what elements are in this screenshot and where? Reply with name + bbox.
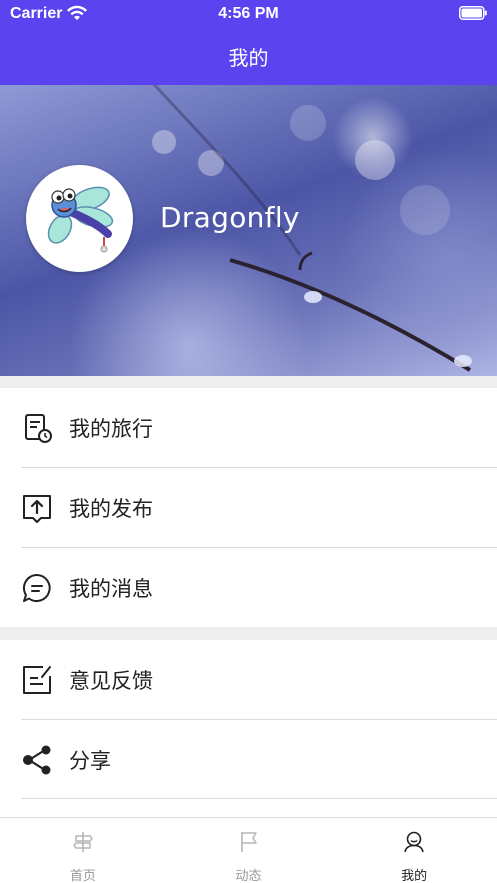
share-icon: [23, 745, 51, 774]
message-icon: [22, 573, 51, 602]
tab-bar: 首页 动态 我的: [0, 817, 497, 883]
username: Dragonfly: [160, 201, 300, 234]
dragonfly-avatar-icon: [47, 186, 114, 253]
trip-list-icon: [25, 413, 52, 443]
menu-item-my-posts[interactable]: 我的发布: [0, 468, 497, 547]
menu-item-label: 分享: [69, 748, 111, 773]
page-title: 我的: [228, 46, 269, 70]
profile-header: Dragonfly: [0, 85, 497, 376]
menu-item-share[interactable]: 分享: [0, 720, 497, 799]
section-separator: [0, 627, 497, 640]
menu-item-label: 我的发布: [69, 496, 153, 521]
status-time: 4:56 PM: [218, 5, 279, 22]
menu-item-feedback[interactable]: 意见反馈: [0, 640, 497, 719]
section-separator: [0, 376, 497, 388]
upload-icon: [23, 494, 51, 523]
avatar[interactable]: [26, 165, 133, 272]
user-icon: [404, 831, 424, 853]
divider: [21, 798, 497, 799]
menu-item-my-trips[interactable]: 我的旅行: [0, 388, 497, 467]
tab-label: 我的: [401, 869, 428, 883]
tab-mine[interactable]: 我的: [331, 818, 497, 883]
tab-label: 首页: [69, 869, 96, 883]
menu-item-label: 我的消息: [69, 576, 153, 601]
navigation-bar: 我的: [0, 28, 497, 85]
feedback-edit-icon: [23, 665, 51, 694]
menu-item-label: 意见反馈: [69, 668, 153, 693]
battery-icon: [459, 6, 487, 20]
menu-item-my-messages[interactable]: 我的消息: [0, 548, 497, 627]
tab-activity[interactable]: 动态: [166, 818, 332, 883]
tab-label: 动态: [235, 869, 262, 883]
home-signpost-icon: [73, 832, 93, 852]
status-bar: Carrier 4:56 PM: [0, 0, 497, 28]
tab-home[interactable]: 首页: [0, 818, 166, 883]
flag-icon: [240, 832, 257, 852]
menu-item-label: 我的旅行: [69, 416, 153, 441]
